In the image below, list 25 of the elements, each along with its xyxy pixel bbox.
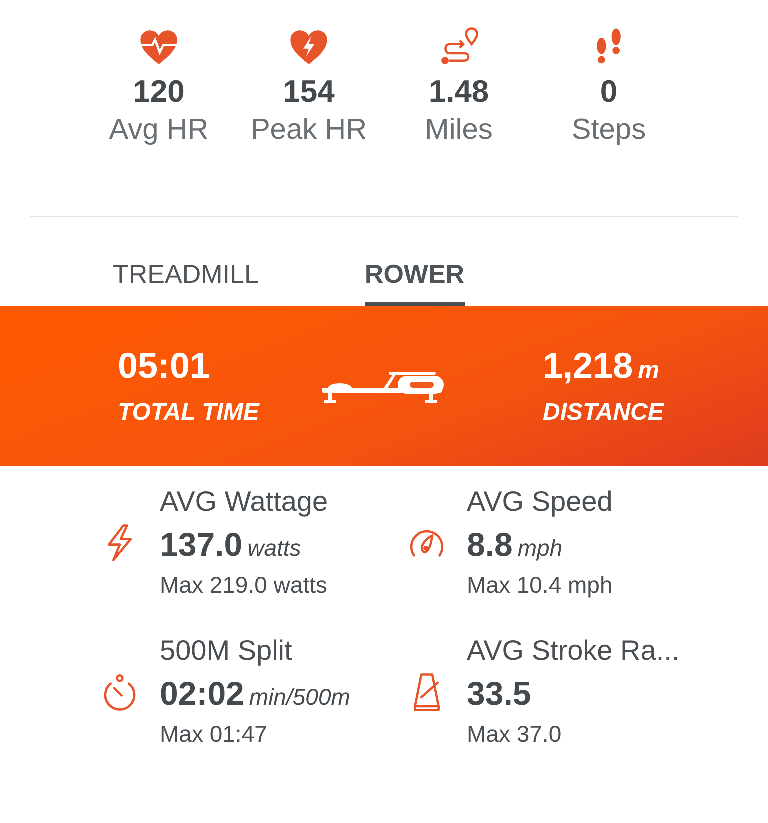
distance-value: 1,218 m <box>543 345 660 387</box>
stat-label: Miles <box>425 114 493 147</box>
metric-max: Max 10.4 mph <box>467 572 613 599</box>
metric-max: Max 37.0 <box>467 721 563 748</box>
metric-value: 33.5 <box>467 675 532 713</box>
total-time-label: TOTAL TIME <box>118 399 260 427</box>
stat-value: 120 <box>133 74 185 110</box>
metric-title: 500M Split <box>160 635 294 667</box>
stat-value: 1.48 <box>428 74 490 110</box>
metric-title: AVG Stroke Ra... <box>467 635 680 667</box>
metric-value: 137.0 watts <box>160 526 302 564</box>
stat-value: 154 <box>283 74 335 110</box>
metric-title: AVG Speed <box>467 486 613 518</box>
metric-max: Max 01:47 <box>160 721 268 748</box>
metric-max: Max 219.0 watts <box>160 572 328 599</box>
metric-value: 8.8 mph <box>467 526 564 564</box>
stat-value: 0 <box>600 74 618 110</box>
metric-value: 02:02 min/500m <box>160 675 350 713</box>
metric-title: AVG Wattage <box>160 486 328 518</box>
distance-label: DISTANCE <box>543 399 664 427</box>
stat-label: Steps <box>572 114 646 147</box>
total-time-value: 05:01 <box>118 345 210 387</box>
stat-label: Avg HR <box>109 114 209 147</box>
stat-label: Peak HR <box>250 114 368 147</box>
tab[interactable]: TREADMILL <box>113 217 259 306</box>
